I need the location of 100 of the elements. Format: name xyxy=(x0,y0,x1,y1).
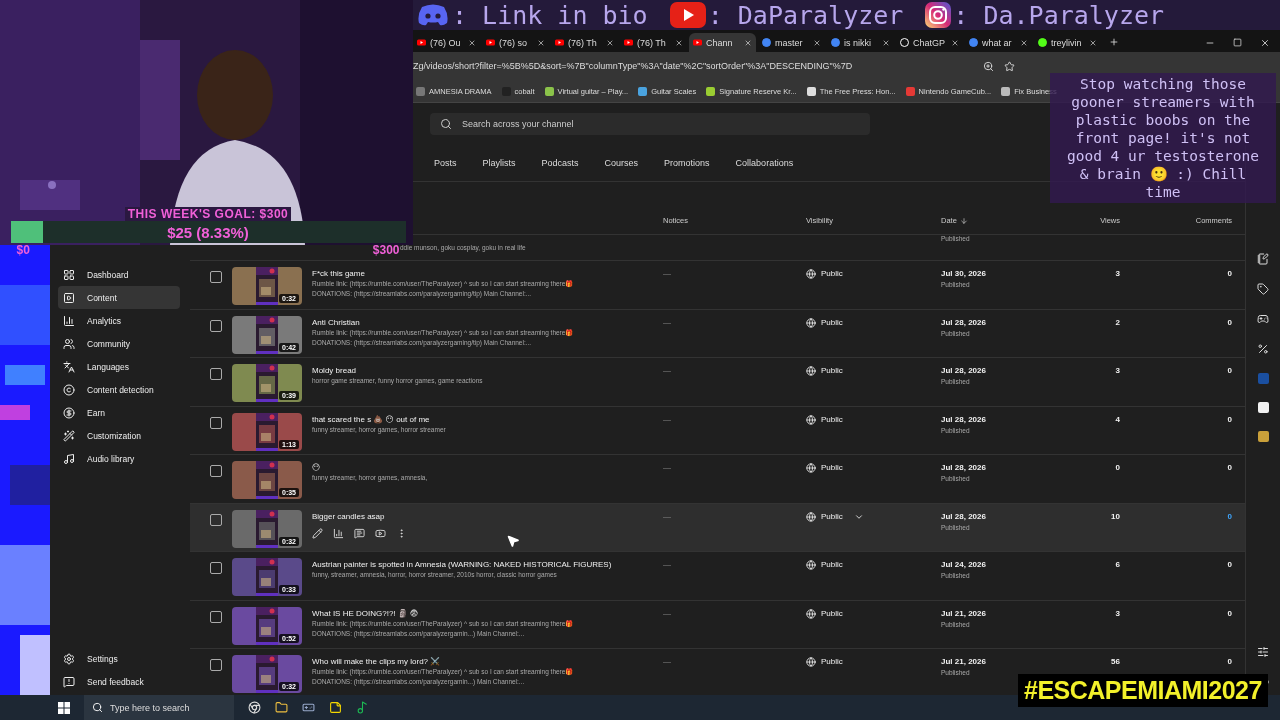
taskbar-search-field[interactable]: Type here to search xyxy=(84,695,234,720)
video-title[interactable]: F*ck this game xyxy=(312,269,663,278)
feedback-icon xyxy=(63,676,75,688)
checkbox[interactable] xyxy=(210,465,222,477)
windows-icon[interactable] xyxy=(58,701,70,714)
video-title[interactable]: Moldy bread xyxy=(312,366,663,375)
channel-tab[interactable]: Posts xyxy=(422,145,471,181)
sort-arrow-icon[interactable] xyxy=(959,216,968,225)
square-icon[interactable] xyxy=(1257,431,1269,442)
search-field[interactable]: Search across your channel xyxy=(430,113,870,135)
favicon-icon xyxy=(969,38,978,47)
sliders-icon[interactable] xyxy=(1257,645,1269,658)
browser-tab[interactable]: master xyxy=(758,33,825,52)
video-title[interactable]: 😶 xyxy=(312,463,663,472)
sidebar-item[interactable]: Content xyxy=(58,286,180,309)
checkbox[interactable] xyxy=(210,416,222,429)
browser-tab[interactable]: treylivin xyxy=(1034,33,1101,52)
browser-tab[interactable]: Chann xyxy=(689,33,756,52)
comments-count[interactable]: 0 xyxy=(1120,509,1232,551)
checkbox[interactable] xyxy=(210,271,222,283)
close-icon[interactable] xyxy=(813,38,821,47)
url-field[interactable]: Zg/videos/short?filter=%5B%5D&sort=%7B"columnType"%3A"date"%2C"sortOrder"%3A"DESCENDING"%7D xyxy=(413,61,973,71)
zoom-icon[interactable] xyxy=(983,60,994,72)
globe-icon xyxy=(806,511,816,522)
browser-tab[interactable]: what ar xyxy=(965,33,1032,52)
folder-icon[interactable] xyxy=(275,701,288,714)
globe-icon xyxy=(806,560,816,570)
views-count: 10 xyxy=(1110,510,1120,523)
game-controller-icon[interactable] xyxy=(302,701,315,714)
close-icon[interactable] xyxy=(951,38,959,47)
channel-tab[interactable]: Podcasts xyxy=(529,145,593,181)
notepad-icon[interactable] xyxy=(1257,253,1269,265)
video-title[interactable]: Anti Christian xyxy=(312,317,663,327)
comments-count: 0 xyxy=(1226,413,1232,426)
sidebar-item[interactable]: Content detection xyxy=(58,378,180,401)
checkbox[interactable] xyxy=(210,368,222,380)
close-icon[interactable] xyxy=(744,38,752,47)
game-controller-icon[interactable] xyxy=(1257,313,1269,325)
edit-icon[interactable] xyxy=(312,527,323,539)
sidebar-item[interactable]: Settings xyxy=(58,647,180,671)
close-icon[interactable] xyxy=(882,38,890,47)
music-icon[interactable] xyxy=(356,701,369,714)
notice-text: — xyxy=(663,413,672,426)
sidebar-item[interactable]: Earn xyxy=(58,401,180,424)
visibility-text: Public xyxy=(821,560,843,569)
maximize-icon[interactable] xyxy=(1233,38,1242,47)
channel-tab[interactable]: Promotions xyxy=(652,145,724,181)
browser-tab[interactable]: is nikki xyxy=(827,33,894,52)
sidebar-item[interactable]: Send feedback xyxy=(58,670,180,694)
close-icon[interactable] xyxy=(675,38,683,47)
bar-chart-icon[interactable] xyxy=(333,527,344,539)
favicon-icon xyxy=(900,38,909,47)
video-title[interactable]: that scared the s 💩 😶 out of me xyxy=(312,414,663,424)
checkbox[interactable] xyxy=(210,610,222,623)
sidebar-item[interactable]: Customization xyxy=(58,424,180,447)
sidebar-item[interactable]: Audio library xyxy=(58,447,180,470)
close-icon[interactable] xyxy=(606,38,614,47)
channel-tab[interactable]: Courses xyxy=(592,145,653,181)
note-icon[interactable] xyxy=(329,701,342,714)
browser-tab[interactable]: (76) Th xyxy=(551,33,618,52)
sidebar-item[interactable]: Community xyxy=(58,332,180,355)
square-icon[interactable] xyxy=(1257,402,1269,413)
channel-tab[interactable]: Collaborations xyxy=(723,145,808,181)
bookmark-icon xyxy=(416,86,425,96)
close-icon[interactable] xyxy=(1020,38,1028,47)
sidebar-item[interactable]: Analytics xyxy=(58,309,180,332)
star-icon[interactable] xyxy=(1004,60,1015,72)
close-icon[interactable] xyxy=(537,38,545,47)
percent-icon[interactable] xyxy=(1257,343,1269,355)
checkbox[interactable] xyxy=(210,319,222,332)
favicon-icon xyxy=(762,38,771,47)
camera-icon xyxy=(925,2,952,28)
video-title[interactable]: What IS HE DOING?!?! 🗿 😨 xyxy=(312,608,663,618)
close-icon[interactable] xyxy=(1089,38,1097,47)
tag-icon[interactable] xyxy=(1257,283,1269,295)
video-title[interactable]: Who will make the clips my lord? ⚔ xyxy=(312,657,663,666)
new-tab-icon[interactable] xyxy=(1109,37,1119,47)
magic-wand-icon xyxy=(63,429,75,442)
browser-tab[interactable]: ChatGP xyxy=(896,33,963,52)
close-icon[interactable] xyxy=(1260,38,1270,48)
browser-tab[interactable]: (76) so xyxy=(482,33,549,52)
comment-icon[interactable] xyxy=(354,527,365,539)
close-icon[interactable] xyxy=(468,38,476,47)
video-title[interactable]: Bigger candles asap xyxy=(312,511,663,521)
play-icon[interactable] xyxy=(375,527,386,539)
comments-count: 0 xyxy=(1226,365,1232,377)
channel-tab[interactable]: Playlists xyxy=(470,145,530,181)
favicon-icon xyxy=(1038,38,1047,47)
visibility-text: Public xyxy=(821,317,843,327)
sidebar-item[interactable]: Dashboard xyxy=(58,263,180,286)
browser-tab[interactable]: (76) Ou xyxy=(413,33,480,52)
browser-icon[interactable] xyxy=(248,701,261,714)
checkbox[interactable] xyxy=(210,513,222,526)
play-icon xyxy=(555,38,564,47)
checkbox[interactable] xyxy=(210,659,222,671)
video-title[interactable]: Austrian painter is spotted in Amnesia (WARNING: NAKED HISTORICAL FIGURES) xyxy=(312,560,663,569)
browser-tab[interactable]: (76) Th xyxy=(620,33,687,52)
sidebar-item[interactable]: Languages xyxy=(58,355,180,378)
date-text: Jul 28, 2026 xyxy=(941,511,987,521)
checkbox[interactable] xyxy=(210,562,222,574)
